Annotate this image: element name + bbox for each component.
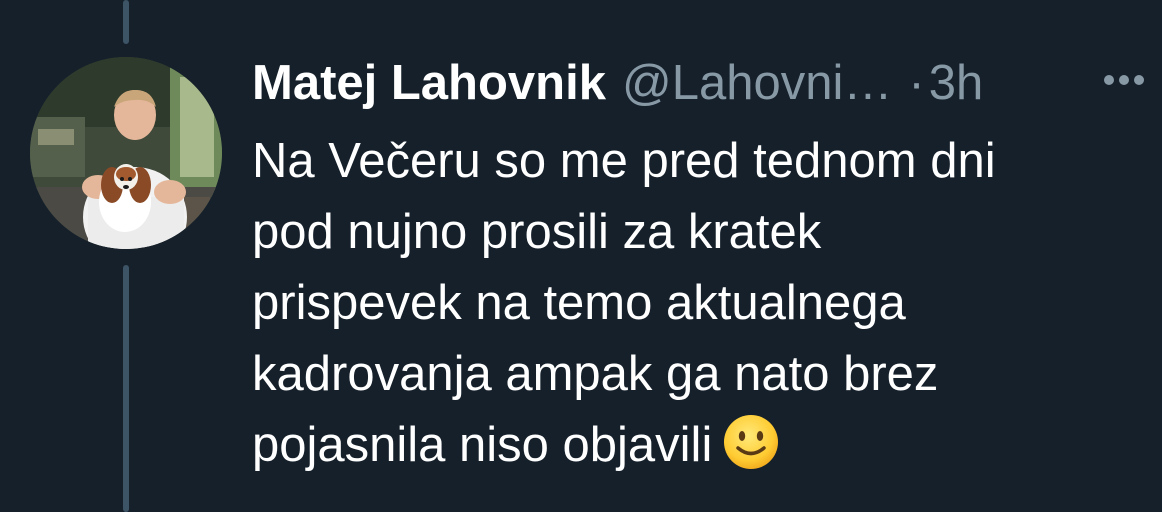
- thread-line-bottom: [123, 265, 129, 512]
- tweet-text-line-last: pojasnila niso objavili: [252, 410, 1152, 481]
- avatar[interactable]: [30, 57, 222, 249]
- tweet-text-line: prispevek na temo aktualnega: [252, 276, 906, 330]
- tweet-actions-cutoff: [252, 500, 1132, 512]
- thread-line-top: [123, 0, 129, 44]
- slightly-smiling-face-icon: [724, 415, 779, 469]
- tweet-text-line: kadrovanja ampak ga nato brez: [252, 347, 939, 401]
- tweet-text-line: pod nujno prosili za kratek: [252, 205, 822, 259]
- author-handle[interactable]: @Lahovni…: [622, 55, 892, 111]
- more-horizontal-icon: [1104, 75, 1144, 85]
- tweet[interactable]: Matej Lahovnik @Lahovni… · 3h Na Večeru …: [0, 0, 1162, 512]
- profile-photo-icon: [30, 57, 222, 249]
- tweet-text-line: Na Večeru so me pred tednom dni: [252, 134, 996, 188]
- author-display-name[interactable]: Matej Lahovnik: [252, 55, 606, 111]
- more-options-button[interactable]: [1098, 60, 1150, 100]
- header-separator: ·: [908, 56, 925, 110]
- tweet-text: Na Večeru so me pred tednom dni pod nujn…: [252, 126, 1152, 481]
- tweet-text-line: pojasnila niso objavili: [252, 418, 713, 472]
- tweet-header: Matej Lahovnik @Lahovni… · 3h: [252, 50, 983, 116]
- tweet-timestamp[interactable]: 3h: [929, 55, 984, 111]
